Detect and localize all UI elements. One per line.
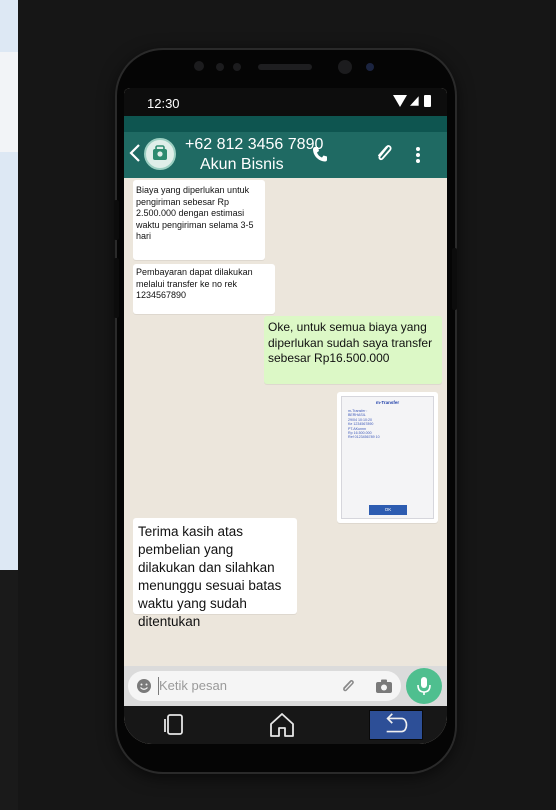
volume-up-button (114, 200, 119, 240)
home-button[interactable] (257, 710, 307, 740)
status-time: 12:30 (147, 96, 180, 111)
message-incoming: Pembayaran dapat dilakukan melalui trans… (133, 264, 275, 314)
attach-icon[interactable] (340, 678, 356, 694)
message-incoming: Biaya yang diperlukan untuk pengiriman s… (133, 180, 265, 260)
power-button (452, 248, 457, 310)
home-icon (270, 713, 294, 737)
camera-icon[interactable] (375, 678, 393, 694)
iris-sensor (366, 63, 374, 71)
front-camera (338, 60, 352, 74)
status-bar: 12:30 (124, 88, 447, 116)
battery-icon (424, 95, 431, 107)
recent-apps-icon (164, 714, 183, 735)
back-icon (386, 713, 408, 733)
phone-screen: 12:30 +62 812 3456 7890 Akun Bisnis Biay… (124, 88, 447, 744)
background-light-left (0, 52, 18, 152)
attach-icon[interactable] (374, 142, 394, 164)
transfer-receipt-image[interactable]: m-Transfer m-Transfer : BERHASIL 29/04 1… (341, 396, 434, 519)
contact-subtitle[interactable]: Akun Bisnis (200, 155, 284, 175)
emoji-icon[interactable] (136, 678, 152, 694)
receipt-details: m-Transfer : BERHASIL 29/04 10:10:20 Ke … (348, 409, 380, 440)
back-button[interactable] (369, 710, 423, 740)
message-input-bar: Ketik pesan (124, 666, 447, 706)
receipt-ok-button: OK (369, 505, 407, 515)
volume-down-button (114, 258, 119, 318)
background-dark-top (393, 0, 556, 52)
mic-icon (417, 677, 431, 695)
front-sensor-2 (216, 63, 224, 71)
avatar-icon (153, 145, 167, 160)
receipt-title: m-Transfer (375, 400, 400, 405)
message-input[interactable]: Ketik pesan (128, 671, 401, 701)
contact-number[interactable]: +62 812 3456 7890 (185, 135, 323, 155)
cell-signal-icon (410, 96, 419, 106)
menu-icon[interactable] (415, 146, 421, 164)
front-sensor-3 (233, 63, 241, 71)
app-top-strip (124, 116, 447, 132)
status-icons (393, 95, 431, 107)
navigation-bar (124, 706, 447, 744)
message-outgoing-image[interactable]: m-Transfer m-Transfer : BERHASIL 29/04 1… (337, 392, 438, 523)
chat-header: +62 812 3456 7890 Akun Bisnis (124, 132, 447, 178)
message-input-placeholder: Ketik pesan (159, 678, 227, 693)
background-light-panel (0, 152, 18, 570)
message-outgoing: Oke, untuk semua biaya yang diperlukan s… (264, 316, 442, 384)
avatar[interactable] (144, 138, 176, 170)
recent-apps-button[interactable] (150, 710, 200, 740)
front-sensor (194, 61, 204, 71)
earpiece-speaker (258, 64, 312, 70)
mic-button[interactable] (406, 668, 442, 704)
call-icon[interactable] (312, 146, 328, 162)
back-arrow-icon[interactable] (128, 142, 142, 164)
message-incoming: Terima kasih atas pembelian yang dilakuk… (133, 518, 297, 629)
signal-icon (393, 95, 407, 107)
chat-area[interactable]: Biaya yang diperlukan untuk pengiriman s… (124, 178, 447, 666)
